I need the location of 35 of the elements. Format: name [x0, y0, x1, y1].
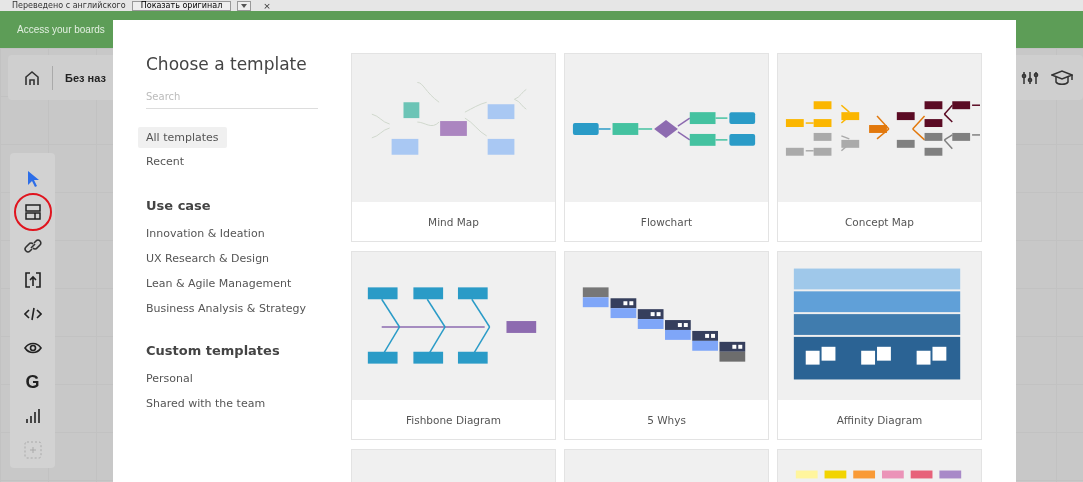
close-button[interactable]: ×: [263, 0, 271, 11]
caret-icon: [241, 3, 248, 8]
tool-button[interactable]: G: [19, 369, 46, 395]
home-icon[interactable]: [24, 69, 40, 86]
translation-notice: Переведено с английского: [12, 0, 126, 11]
nav-item[interactable]: All templates: [138, 127, 227, 148]
tool-button-circled[interactable]: [13, 193, 52, 231]
category-link[interactable]: Innovation & Ideation: [146, 223, 265, 244]
template-card[interactable]: Flowchart: [564, 53, 769, 242]
code-icon: [23, 305, 42, 323]
section-heading: Use case: [146, 198, 212, 213]
nav-item[interactable]: Recent: [138, 151, 193, 172]
link-icon: [23, 237, 42, 255]
template-card[interactable]: Mind Map: [351, 53, 556, 242]
dialog-title: Choose a template: [146, 54, 308, 74]
board-title[interactable]: Без наз: [65, 71, 106, 84]
template-card[interactable]: Fishbone Diagram: [351, 251, 556, 440]
upload-icon: [23, 271, 42, 289]
template-card[interactable]: 5 Whys: [564, 251, 769, 440]
add-icon: [23, 441, 42, 459]
section-heading: Custom templates: [146, 343, 281, 358]
bar-chart-icon: [23, 407, 42, 425]
category-link[interactable]: UX Research & Design: [146, 248, 270, 269]
banner-text: Access your boards: [17, 24, 105, 35]
category-link[interactable]: Shared with the team: [146, 393, 266, 414]
category-link[interactable]: Business Analysis & Strategy: [146, 298, 307, 319]
sliders-icon[interactable]: [1021, 69, 1039, 86]
graduation-cap-icon[interactable]: [1051, 68, 1073, 87]
template-card[interactable]: Concept Map: [777, 53, 982, 242]
dropdown-button[interactable]: [237, 0, 252, 11]
category-link[interactable]: Personal: [146, 368, 193, 389]
template-card[interactable]: Affinity Diagram: [777, 251, 982, 440]
layout-icon: [23, 203, 42, 221]
category-link[interactable]: Lean & Agile Management: [146, 273, 292, 294]
show-original-button[interactable]: Показать оригинал: [131, 0, 232, 11]
